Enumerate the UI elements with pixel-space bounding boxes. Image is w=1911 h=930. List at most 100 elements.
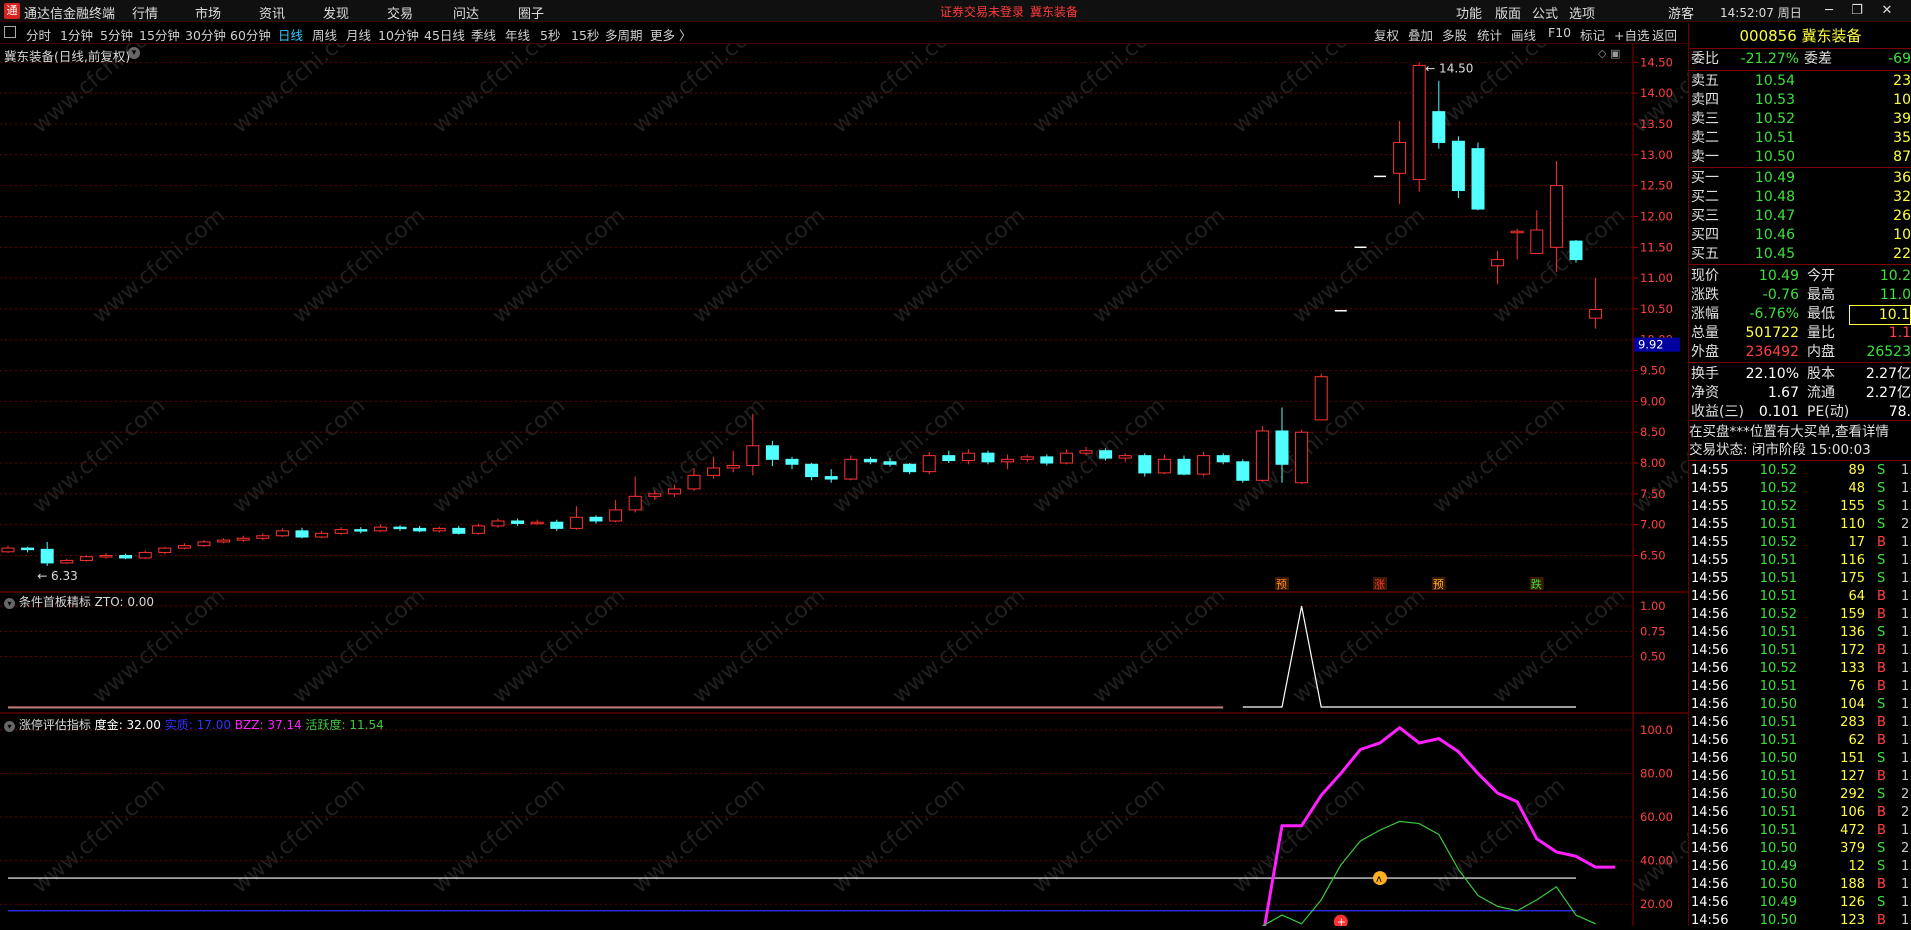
btn-diejia[interactable]: 叠加 (1408, 25, 1433, 44)
candle[interactable] (61, 559, 73, 565)
tick-row[interactable]: 14:56 10.52 133 B 1 (1689, 660, 1911, 678)
tick-row[interactable]: 14:56 10.51 136 S 1 (1689, 624, 1911, 642)
candle[interactable] (120, 554, 132, 560)
signal-marker[interactable]: 跌 (1531, 577, 1542, 591)
candle[interactable] (492, 519, 504, 528)
candle[interactable] (414, 526, 426, 532)
candle[interactable] (80, 556, 92, 562)
menu-xuanxiang[interactable]: 选项 (1569, 3, 1595, 22)
tick-row[interactable]: 14:56 10.51 283 B 1 (1689, 714, 1911, 732)
candle[interactable] (943, 451, 955, 463)
tick-row[interactable]: 14:56 10.50 104 S 1 (1689, 696, 1911, 714)
menu-jiaoyi[interactable]: 交易 (387, 3, 413, 22)
candle[interactable] (610, 500, 622, 522)
restore-icon[interactable]: ❐ (1847, 2, 1867, 20)
stat-row[interactable]: 涨跌 -0.76 最高 11.0 (1689, 286, 1911, 304)
period-5sec[interactable]: 5秒 (540, 25, 560, 44)
candle[interactable] (727, 451, 739, 473)
candle[interactable] (1021, 454, 1033, 461)
toolbar-toggle-icon[interactable] (4, 26, 16, 38)
candle[interactable] (2, 546, 14, 553)
candle[interactable] (845, 456, 857, 481)
btn-duogu[interactable]: 多股 (1442, 25, 1467, 44)
menu-hangqing[interactable]: 行情 (132, 3, 158, 22)
ask-row[interactable]: 卖四 10.53 10 (1689, 91, 1911, 109)
chart-area[interactable]: www.cfchi.comwww.cfchi.comwww.cfchi.comw… (0, 44, 1688, 926)
candle[interactable] (1492, 251, 1504, 284)
candle[interactable] (1570, 240, 1582, 263)
period-15sec[interactable]: 15秒 (571, 25, 599, 44)
tick-row[interactable]: 14:56 10.51 472 B 1 (1689, 822, 1911, 840)
candle[interactable] (198, 540, 210, 547)
ask-row[interactable]: 卖五 10.54 23 (1689, 72, 1911, 90)
tick-row[interactable]: 14:56 10.49 126 S 1 (1689, 894, 1911, 912)
candle[interactable] (1198, 452, 1210, 477)
bid-row[interactable]: 买二 10.48 32 (1689, 188, 1911, 206)
tick-row[interactable]: 14:56 10.52 159 B 1 (1689, 606, 1911, 624)
candle[interactable] (1590, 278, 1602, 329)
period-60min[interactable]: 60分钟 (230, 25, 271, 44)
menu-wenda[interactable]: 问达 (453, 3, 479, 22)
tick-row[interactable]: 14:55 10.51 110 S 2 (1689, 516, 1911, 534)
candle[interactable] (355, 527, 367, 533)
candle[interactable] (904, 463, 916, 474)
btn-fuquan[interactable]: 复权 (1374, 25, 1399, 44)
candle[interactable] (178, 543, 190, 549)
tick-row[interactable]: 14:56 10.51 172 B 1 (1689, 642, 1911, 660)
tick-row[interactable]: 14:55 10.52 17 B 1 (1689, 534, 1911, 552)
candle[interactable] (1256, 426, 1268, 481)
candle[interactable] (1119, 453, 1131, 462)
tick-row[interactable]: 14:56 10.51 127 B 1 (1689, 768, 1911, 786)
candle[interactable] (982, 451, 994, 465)
candle[interactable] (825, 469, 837, 483)
candle[interactable] (1178, 456, 1190, 476)
candle[interactable] (1315, 374, 1327, 420)
ask-row[interactable]: 卖一 10.50 87 (1689, 148, 1911, 166)
tick-row[interactable]: 14:56 10.50 151 S 1 (1689, 750, 1911, 768)
chart-settings-icon[interactable]: ◇ ▣ (1598, 47, 1620, 60)
candle[interactable] (1413, 62, 1425, 191)
candle[interactable] (1296, 430, 1308, 484)
menu-gongshi[interactable]: 公式 (1532, 3, 1558, 22)
bid-row[interactable]: 买五 10.45 22 (1689, 245, 1911, 263)
stat-row[interactable]: 总量 501722 量比 1.1 (1689, 324, 1911, 342)
ask-row[interactable]: 卖二 10.51 35 (1689, 129, 1911, 147)
bid-row[interactable]: 买三 10.47 26 (1689, 207, 1911, 225)
period-fenshi[interactable]: 分时 (26, 25, 51, 44)
candle[interactable] (218, 538, 230, 543)
candle[interactable] (786, 457, 798, 469)
tick-row[interactable]: 14:55 10.51 116 S 1 (1689, 552, 1911, 570)
fund-row[interactable]: 换手 22.10% 股本 2.27亿 (1689, 365, 1911, 383)
period-weekly[interactable]: 周线 (312, 25, 337, 44)
btn-biaoji[interactable]: 标记 (1580, 25, 1605, 44)
period-5min[interactable]: 5分钟 (100, 25, 133, 44)
tick-row[interactable]: 14:56 10.51 76 B 1 (1689, 678, 1911, 696)
candle[interactable] (1433, 81, 1445, 149)
period-daily[interactable]: 日线 (278, 25, 303, 44)
chart-options-icon[interactable]: ▾ (128, 47, 140, 59)
minimize-icon[interactable]: ─ (1819, 2, 1839, 20)
candle[interactable] (551, 520, 563, 531)
candle[interactable] (1060, 449, 1072, 464)
period-1min[interactable]: 1分钟 (60, 25, 93, 44)
tick-row[interactable]: 14:56 10.49 12 S 1 (1689, 858, 1911, 876)
tick-row[interactable]: 14:55 10.52 48 S 1 (1689, 480, 1911, 498)
period-45day[interactable]: 45日线 (424, 25, 465, 44)
candle[interactable] (237, 536, 249, 542)
candle[interactable] (962, 449, 974, 464)
ask-row[interactable]: 卖三 10.52 39 (1689, 110, 1911, 128)
candle[interactable] (1217, 453, 1229, 464)
candle[interactable] (1139, 453, 1151, 476)
candle[interactable] (472, 523, 484, 534)
candle[interactable] (159, 547, 171, 554)
candle[interactable] (1511, 229, 1523, 260)
menu-quanzi[interactable]: 圈子 (518, 3, 544, 22)
tick-row[interactable]: 14:56 10.50 379 S 2 (1689, 840, 1911, 858)
candle[interactable] (531, 520, 543, 525)
candle[interactable] (570, 506, 582, 529)
candle[interactable] (1394, 121, 1406, 204)
bigorder-notice[interactable]: 在买盘***位置有大买单,查看详情 (1689, 423, 1911, 441)
period-15min[interactable]: 15分钟 (139, 25, 180, 44)
indicator1-menu-icon[interactable]: ▾ (4, 598, 15, 609)
tick-row[interactable]: 14:55 10.51 175 S 1 (1689, 570, 1911, 588)
